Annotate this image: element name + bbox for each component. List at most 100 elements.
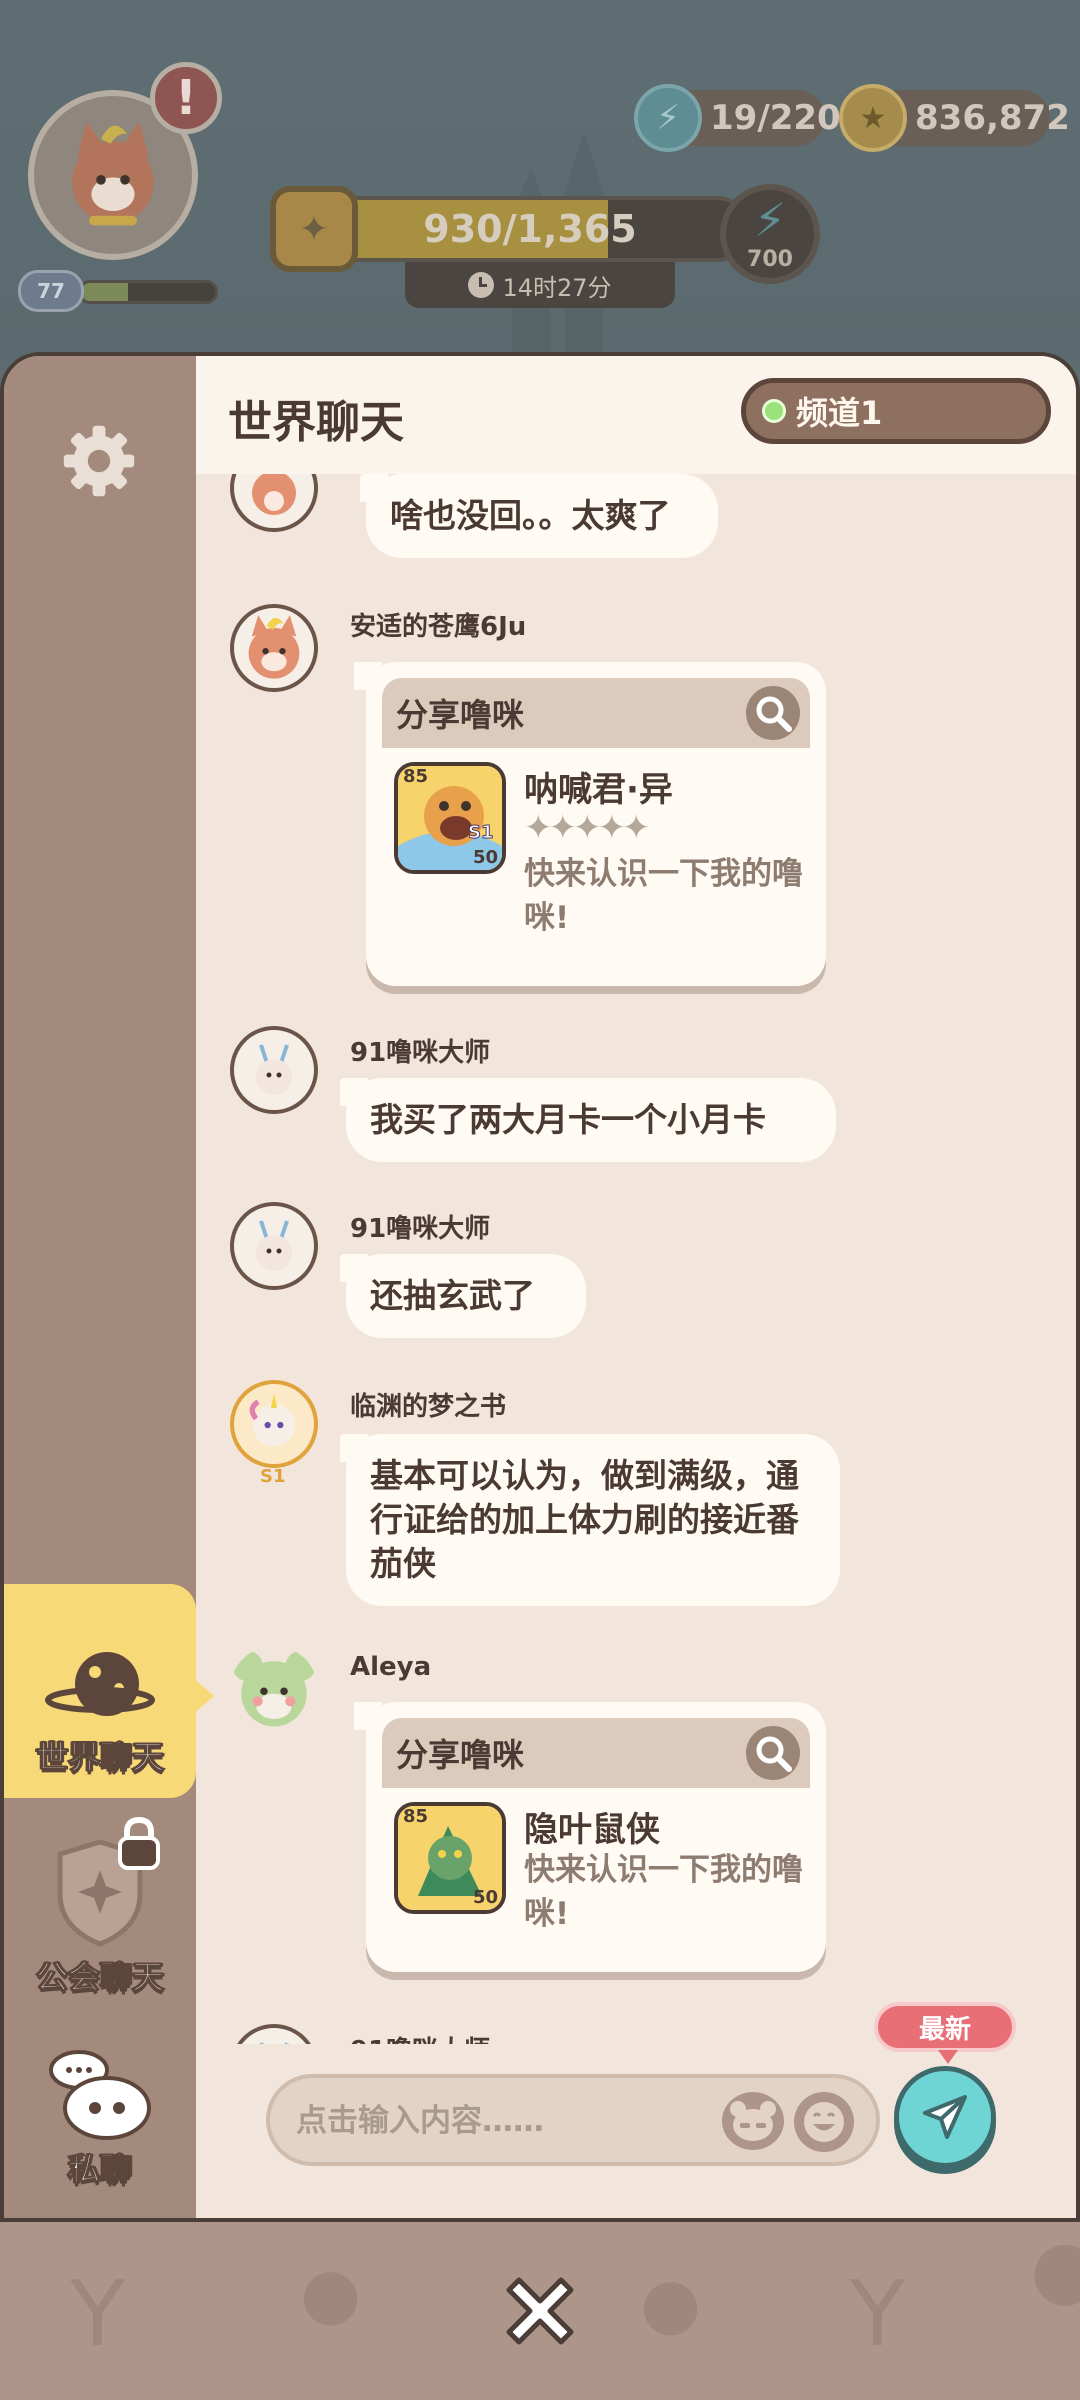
unicorn-avatar-icon[interactable] (230, 1380, 318, 1468)
message-input[interactable] (296, 2090, 716, 2152)
avatar-season-tag: S1 (260, 1466, 286, 1487)
deer-avatar-icon[interactable] (230, 1202, 318, 1290)
sender-name: 91噜咪大师 (350, 1038, 491, 1068)
search-icon[interactable] (746, 1726, 800, 1780)
gold-counter[interactable]: ★ 836,872 (839, 84, 1070, 152)
paw-decoration-icon: ● (1030, 2222, 1080, 2315)
energy-counter[interactable]: ⚡ 19/220 (634, 84, 841, 152)
tab-world-chat-label: 世界聊天 (35, 1738, 164, 1777)
paw-decoration-icon: Y (850, 2262, 905, 2367)
deer-avatar-icon[interactable] (230, 1026, 318, 1114)
level-progress-bar (78, 280, 218, 304)
tab-private-chat[interactable]: 私聊 (4, 2046, 196, 2206)
game-hud: ! 77 ⚡ 19/220 ★ 836,872 930/1,365 ✦ ⚡ 70… (0, 0, 1080, 360)
tab-guild-chat-label: 公会聊天 (35, 1958, 164, 1997)
player-level: 77 (18, 270, 218, 312)
planet-icon (45, 1652, 155, 1716)
share-card-header: 分享噜咪 (382, 1718, 810, 1788)
paper-plane-icon (923, 2095, 967, 2139)
share-card-body: 85 50 S1 呐喊君·异 ✦✦✦✦✦ 快来认识一下我的噜咪! (382, 748, 810, 948)
energy-value: 19/220 (710, 98, 841, 138)
deer-avatar-icon[interactable] (230, 2024, 318, 2044)
message-item: Aleya 分享噜咪 85 50 隐叶鼠侠 快来认识一下我的噜咪! (196, 1646, 1076, 2026)
gold-value: 836,872 (915, 98, 1070, 138)
shared-pet-card[interactable]: 分享噜咪 85 50 (354, 1702, 826, 1972)
pet-number: 50 (472, 1887, 498, 1908)
lightning-icon: ⚡ (753, 192, 787, 247)
message-text: 我买了两大月卡一个小月卡 (340, 1078, 836, 1162)
shared-pet-card[interactable]: 分享噜咪 85 50 (354, 662, 826, 986)
card-progress-text: 930/1,365 (423, 207, 637, 251)
level-badge: 77 (18, 270, 84, 312)
message-item: 91噜咪大师 我买了两大月卡一个小月卡 (196, 1026, 1076, 1176)
bolt-reward[interactable]: ⚡ 700 (720, 184, 820, 284)
page-title: 世界聊天 (228, 397, 404, 448)
chat-panel: 世界聊天 公会聊天 私聊 世界聊天 频道1 啥也没回。。太爽了 安适的苍鹰6Ju… (0, 352, 1080, 2222)
pet-level: 85 (400, 1806, 432, 1827)
bottom-bar: Y ● ● Y ● (0, 2222, 1080, 2400)
pet-description: 快来认识一下我的噜咪! (524, 1852, 803, 1932)
coin-icon: ★ (839, 84, 907, 152)
share-card-title: 分享噜咪 (396, 1736, 525, 1774)
pet-portrait[interactable]: 85 50 S1 (394, 762, 506, 874)
newest-messages-badge[interactable]: 最新 (874, 2002, 1016, 2064)
sender-name: 91噜咪大师 (350, 2030, 490, 2044)
rating-stars-icon: ✦✦✦✦✦ (524, 808, 650, 848)
channel-selector[interactable]: 频道1 (741, 378, 1051, 444)
mouse-avatar-icon[interactable] (230, 1646, 318, 1734)
message-list[interactable]: 啥也没回。。太爽了 安适的苍鹰6Ju 分享噜咪 85 50 S1 呐喊君·异 ✦… (196, 474, 1076, 2044)
clock-icon (468, 272, 495, 298)
chat-sidebar: 世界聊天 公会聊天 私聊 (4, 356, 214, 2218)
share-card-title: 分享噜咪 (396, 696, 525, 734)
message-item: 安适的苍鹰6Ju 分享噜咪 85 50 S1 呐喊君·异 ✦✦✦✦✦ 快来认识一… (196, 604, 1076, 994)
tab-guild-chat[interactable]: 公会聊天 (4, 1816, 196, 2016)
fox-avatar-icon[interactable] (230, 474, 318, 532)
card-pack-icon: ✦ (270, 186, 358, 272)
settings-button[interactable] (54, 416, 144, 506)
chat-header: 世界聊天 频道1 (196, 356, 1076, 474)
message-text: 还抽玄武了 (340, 1254, 586, 1338)
gear-icon (63, 425, 135, 497)
online-dot-icon (762, 399, 786, 423)
sender-name: Aleya (350, 1652, 432, 1682)
fox-avatar-icon (72, 122, 154, 226)
timer-text: 14时27分 (502, 273, 612, 302)
message-text: 基本可以认为，做到满级，通行证给的加上体力刷的接近番茄侠 (340, 1434, 840, 1606)
sender-name: 安适的苍鹰6Ju (350, 612, 527, 642)
pet-description: 快来认识一下我的噜咪! (524, 856, 803, 936)
fox-avatar-icon[interactable] (230, 604, 318, 692)
paw-decoration-icon: Y (70, 2262, 125, 2367)
tab-private-chat-label: 私聊 (67, 2150, 132, 2189)
paw-decoration-icon: ● (300, 2252, 362, 2334)
message-item: 91噜咪大师 还抽玄武了 (196, 1202, 1076, 1352)
card-progress[interactable]: 930/1,365 ✦ (270, 186, 770, 272)
close-button[interactable] (495, 2266, 585, 2356)
pet-name: 隐叶鼠侠 (524, 1810, 660, 1850)
message-text: 啥也没回。。太爽了 (360, 474, 718, 558)
alert-badge[interactable]: ! (150, 62, 222, 134)
pet-season-tag: S1 (468, 822, 494, 844)
message-item: S1 临渊的梦之书 基本可以认为，做到满级，通行证给的加上体力刷的接近番茄侠 (196, 1380, 1076, 1620)
search-icon[interactable] (746, 686, 800, 740)
share-card-body: 85 50 隐叶鼠侠 快来认识一下我的噜咪! (382, 1788, 810, 1958)
channel-label: 频道1 (796, 394, 883, 432)
timer: 14时27分 (405, 262, 675, 308)
message-input-bar (266, 2074, 880, 2166)
pet-name: 呐喊君·异 (524, 770, 673, 810)
bolt-value: 700 (747, 246, 793, 272)
pet-portrait[interactable]: 85 50 (394, 1802, 506, 1914)
chat-bubbles-icon (49, 2050, 151, 2140)
pet-sticker-icon[interactable] (722, 2092, 784, 2150)
emoji-icon[interactable] (794, 2092, 854, 2152)
tab-world-chat[interactable]: 世界聊天 (4, 1584, 214, 1798)
share-card-header: 分享噜咪 (382, 678, 810, 748)
sender-name: 91噜咪大师 (350, 1214, 491, 1244)
sender-name: 临渊的梦之书 (350, 1392, 507, 1422)
lock-icon (118, 1816, 160, 1870)
paw-decoration-icon: ● (640, 2262, 702, 2344)
send-button[interactable] (894, 2066, 996, 2168)
close-icon (506, 2277, 574, 2345)
pet-number: 50 (472, 847, 498, 868)
pet-level: 85 (400, 766, 432, 787)
message-item: 啥也没回。。太爽了 (196, 474, 1076, 584)
